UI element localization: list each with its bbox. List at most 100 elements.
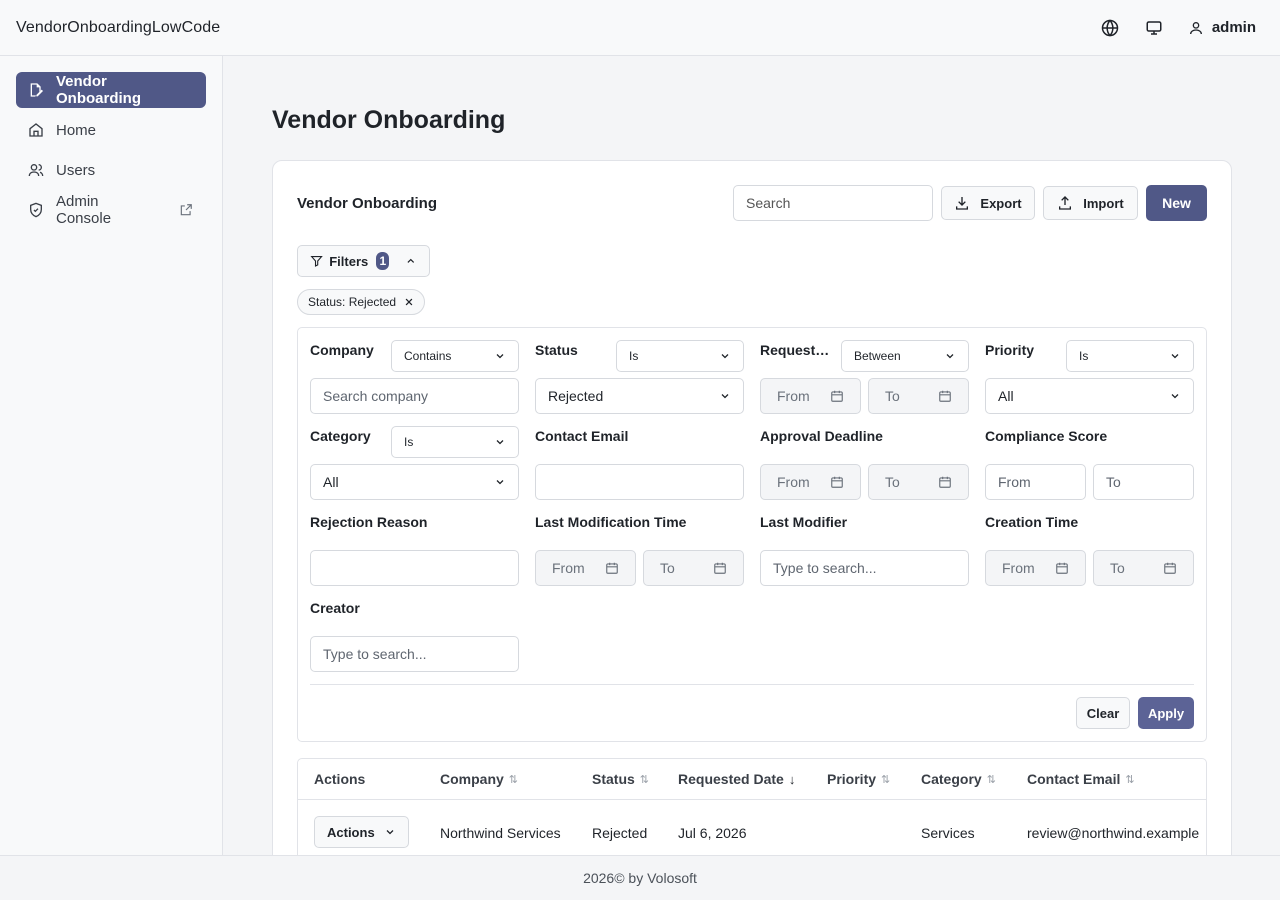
edit-document-icon: [28, 82, 44, 98]
user-name: admin: [1211, 19, 1256, 36]
sort-descending-icon: ↓: [788, 771, 796, 787]
date-placeholder: To: [1110, 560, 1125, 576]
export-button[interactable]: Export: [941, 186, 1035, 220]
filter-panel: Company Contains Search company Status I…: [297, 327, 1207, 742]
priority-value-select[interactable]: All: [985, 378, 1194, 414]
footer: 2026© by Volosoft: [0, 855, 1280, 900]
column-header-actions: Actions: [314, 771, 365, 787]
new-button[interactable]: New: [1146, 185, 1207, 221]
sort-icon: ⇅: [881, 773, 891, 786]
column-header-contact-email[interactable]: Contact Email ⇅: [1027, 771, 1135, 787]
approval-deadline-from-input[interactable]: From: [760, 464, 861, 500]
select-value: Rejected: [548, 388, 604, 404]
cell-requested-date: Jul 6, 2026: [678, 825, 747, 841]
sidebar-item-label: Home: [56, 121, 97, 139]
company-search-input[interactable]: Search company: [310, 378, 519, 414]
creator-input[interactable]: Type to search...: [310, 636, 519, 672]
select-value: All: [998, 388, 1014, 404]
top-bar: VendorOnboardingLowCode admin: [0, 0, 1280, 56]
cell-category: Services: [921, 825, 975, 841]
creation-time-from-input[interactable]: From: [985, 550, 1086, 586]
column-header-category[interactable]: Category ⇅: [921, 771, 996, 787]
last-modification-time-to-input[interactable]: To: [643, 550, 744, 586]
requested-date-to-input[interactable]: To: [868, 378, 969, 414]
filters-count-badge: 1: [376, 252, 390, 270]
actions-label: Actions: [327, 824, 375, 840]
chevron-down-icon: [946, 354, 954, 359]
operator-value: Is: [404, 435, 414, 449]
priority-operator-select[interactable]: Is: [1066, 340, 1194, 372]
chevron-down-icon: [1171, 394, 1179, 399]
column-label: Contact Email: [1027, 771, 1121, 787]
priority-filter-label: Priority: [985, 342, 1035, 358]
app-title[interactable]: VendorOnboardingLowCode: [16, 19, 220, 37]
operator-value: Is: [1079, 349, 1089, 363]
chevron-down-icon: [721, 394, 729, 399]
filter-icon: [310, 256, 323, 267]
upload-icon: [1059, 196, 1072, 210]
select-value: All: [323, 474, 339, 490]
input-placeholder: Type to search...: [323, 646, 427, 662]
sidebar: Vendor Onboarding Home Users Admin Conso…: [0, 56, 223, 855]
category-value-select[interactable]: All: [310, 464, 519, 500]
sidebar-item-users[interactable]: Users: [16, 152, 206, 188]
column-header-requested-date[interactable]: Requested Date ↓: [678, 771, 795, 787]
sidebar-item-home[interactable]: Home: [16, 112, 206, 148]
apply-filters-button[interactable]: Apply: [1138, 697, 1194, 729]
company-filter-label: Company: [310, 342, 374, 358]
row-actions-button[interactable]: Actions: [314, 816, 409, 848]
category-filter-label: Category: [310, 428, 371, 444]
last-modification-time-from-input[interactable]: From: [535, 550, 636, 586]
sidebar-item-label: Admin Console: [56, 193, 112, 227]
import-button[interactable]: Import: [1043, 186, 1138, 220]
filters-toggle-button[interactable]: Filters 1: [297, 245, 430, 277]
status-value-select[interactable]: Rejected: [535, 378, 744, 414]
status-filter-label: Status: [535, 342, 578, 358]
status-operator-select[interactable]: Is: [616, 340, 744, 372]
company-operator-select[interactable]: Contains: [391, 340, 519, 372]
calendar-icon: [606, 562, 618, 574]
requested-date-operator-select[interactable]: Between: [841, 340, 969, 372]
compliance-score-from-input[interactable]: From: [985, 464, 1086, 500]
compliance-score-filter-label: Compliance Score: [985, 428, 1108, 444]
creation-time-filter-label: Creation Time: [985, 514, 1079, 530]
cell-company: Northwind Services: [440, 825, 561, 841]
search-input[interactable]: Search: [733, 185, 933, 221]
rejection-reason-input[interactable]: [310, 550, 519, 586]
user-menu[interactable]: admin: [1188, 19, 1256, 36]
sidebar-item-admin-console[interactable]: Admin Console: [16, 192, 206, 228]
close-icon[interactable]: [404, 297, 414, 307]
calendar-icon: [831, 476, 843, 488]
monitor-icon[interactable]: [1144, 18, 1164, 38]
category-operator-select[interactable]: Is: [391, 426, 519, 458]
footer-text: 2026© by Volosoft: [583, 870, 697, 886]
globe-icon[interactable]: [1100, 18, 1120, 38]
approval-deadline-to-input[interactable]: To: [868, 464, 969, 500]
last-modifier-input[interactable]: Type to search...: [760, 550, 969, 586]
creator-filter-label: Creator: [310, 600, 360, 616]
column-header-company[interactable]: Company ⇅: [440, 771, 518, 787]
operator-value: Between: [854, 349, 901, 363]
export-label: Export: [980, 195, 1022, 211]
sort-icon: ⇅: [1125, 773, 1135, 786]
column-label: Status: [592, 771, 635, 787]
clear-filters-button[interactable]: Clear: [1076, 697, 1130, 729]
calendar-icon: [1164, 562, 1176, 574]
sidebar-item-label: Users: [56, 161, 96, 179]
operator-value: Contains: [404, 349, 452, 363]
creation-time-to-input[interactable]: To: [1093, 550, 1194, 586]
sidebar-item-vendor-onboarding[interactable]: Vendor Onboarding: [16, 72, 206, 108]
compliance-score-to-input[interactable]: To: [1093, 464, 1194, 500]
sidebar-item-label: Vendor Onboarding: [56, 73, 141, 107]
column-header-status[interactable]: Status ⇅: [592, 771, 649, 787]
sort-icon: ⇅: [508, 773, 519, 786]
contact-email-filter-label: Contact Email: [535, 428, 629, 444]
date-placeholder: From: [777, 388, 810, 404]
active-filter-chip[interactable]: Status: Rejected: [297, 289, 426, 315]
rejection-reason-filter-label: Rejection Reason: [310, 514, 428, 530]
search-placeholder: Search: [746, 195, 791, 211]
contact-email-input[interactable]: [535, 464, 744, 500]
home-icon: [28, 122, 44, 138]
column-header-priority[interactable]: Priority ⇅: [827, 771, 890, 787]
requested-date-from-input[interactable]: From: [760, 378, 861, 414]
